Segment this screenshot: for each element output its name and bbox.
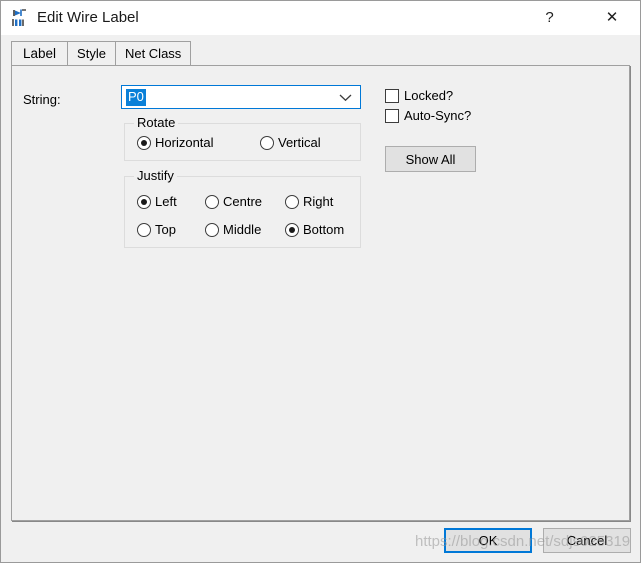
justify-groupbox: Justify Left Centre Right Top Middle Bot… — [124, 169, 361, 248]
checkbox-auto-sync-label: Auto-Sync? — [404, 108, 472, 123]
tab-net-class-text: Net Class — [124, 46, 182, 61]
radio-justify-bottom[interactable]: Bottom — [285, 222, 344, 237]
tab-style-text: Style — [77, 46, 106, 61]
tab-label[interactable]: Label — [11, 41, 69, 65]
ok-button[interactable]: OK — [444, 528, 532, 553]
radio-justify-bottom-label: Bottom — [303, 222, 345, 237]
radio-dot-icon — [205, 194, 219, 209]
radio-dot-icon — [285, 194, 299, 209]
checkbox-auto-sync[interactable]: Auto-Sync? — [385, 108, 471, 123]
rotate-groupbox: Rotate Horizontal Vertical — [124, 116, 361, 161]
help-icon: ? — [545, 8, 554, 26]
tab-label-text: Label — [23, 46, 57, 61]
radio-justify-left-label: Left — [155, 194, 177, 209]
ok-button-label: OK — [478, 533, 498, 548]
string-combobox[interactable]: P0 — [121, 85, 361, 109]
radio-justify-top-label: Top — [155, 222, 176, 237]
radio-justify-top[interactable]: Top — [137, 222, 176, 237]
checkbox-locked-label: Locked? — [404, 88, 454, 103]
tab-strip: Label Style Net Class — [11, 41, 192, 66]
close-button[interactable]: ✕ — [589, 1, 635, 33]
radio-justify-left[interactable]: Left — [137, 194, 177, 209]
show-all-button-label: Show All — [405, 151, 456, 167]
tab-style[interactable]: Style — [67, 41, 116, 65]
radio-dot-icon — [137, 222, 151, 237]
radio-rotate-vertical-label: Vertical — [278, 135, 321, 150]
chevron-down-icon[interactable] — [336, 86, 354, 108]
title-bar: Edit Wire Label ? ✕ — [1, 1, 640, 35]
cancel-button-label: Cancel — [566, 533, 608, 548]
radio-justify-right[interactable]: Right — [285, 194, 333, 209]
radio-justify-middle-label: Middle — [223, 222, 262, 237]
radio-rotate-horizontal-label: Horizontal — [155, 135, 214, 150]
radio-dot-icon — [137, 194, 151, 209]
radio-dot-icon — [260, 135, 274, 150]
rotate-group-title: Rotate — [134, 116, 179, 130]
tab-net-class[interactable]: Net Class — [114, 41, 192, 65]
checkbox-box-icon — [385, 88, 399, 103]
help-button[interactable]: ? — [527, 1, 572, 33]
radio-justify-middle[interactable]: Middle — [205, 222, 261, 237]
cancel-button[interactable]: Cancel — [543, 528, 631, 553]
radio-rotate-vertical[interactable]: Vertical — [260, 135, 321, 150]
checkbox-box-icon — [385, 108, 399, 123]
window-title: Edit Wire Label — [37, 9, 139, 26]
checkbox-locked[interactable]: Locked? — [385, 88, 453, 103]
radio-justify-centre-label: Centre — [223, 194, 263, 209]
wire-label-icon — [10, 7, 32, 29]
radio-dot-icon — [137, 135, 151, 150]
justify-group-title: Justify — [134, 169, 177, 183]
radio-dot-icon — [285, 222, 299, 237]
radio-dot-icon — [205, 222, 219, 237]
radio-justify-centre[interactable]: Centre — [205, 194, 262, 209]
radio-justify-right-label: Right — [303, 194, 334, 209]
show-all-button[interactable]: Show All — [385, 146, 476, 172]
close-icon: ✕ — [605, 9, 619, 26]
radio-rotate-horizontal[interactable]: Horizontal — [137, 135, 214, 150]
edit-wire-label-dialog: Edit Wire Label ? ✕ Label Style Net Clas… — [0, 0, 641, 563]
string-field-label: String: — [23, 92, 61, 107]
string-input-value: P0 — [126, 88, 146, 106]
